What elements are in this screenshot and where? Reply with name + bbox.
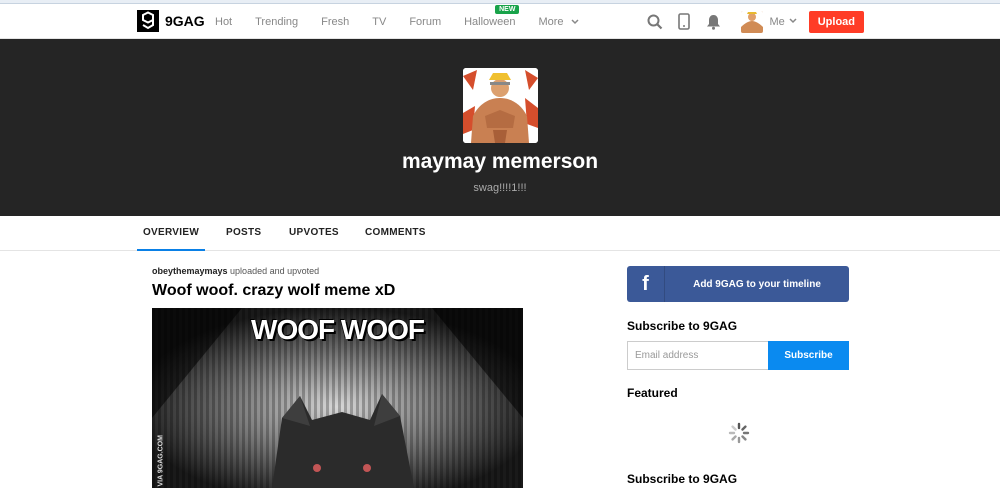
facebook-icon: f [627, 266, 665, 302]
me-chevron-down-icon[interactable] [789, 17, 797, 26]
nav-links: Hot Trending Fresh TV Forum Halloween NE… [215, 4, 602, 39]
profile-tagline: swag!!!!1!!! [473, 182, 527, 194]
9gag-logo-icon [137, 10, 159, 32]
profile-header: maymay memerson swag!!!!1!!! [0, 39, 1000, 216]
post-action: uploaded and upvoted [227, 266, 320, 276]
post-image[interactable]: WOOF WOOF VIA 9GAG.COM [152, 308, 523, 488]
chevron-down-icon [571, 18, 579, 27]
nav-link-halloween[interactable]: Halloween NEW [464, 4, 520, 28]
nav-link-tv[interactable]: TV [372, 16, 386, 28]
meme-watermark: VIA 9GAG.COM [157, 435, 165, 487]
nav-link-forum[interactable]: Forum [409, 16, 441, 28]
nav-link-hot[interactable]: Hot [215, 16, 232, 28]
post-username[interactable]: obeythemaymays [152, 266, 228, 276]
top-navigation: 9GAG Hot Trending Fresh TV Forum Hallowe… [0, 4, 1000, 39]
mobile-icon[interactable] [674, 12, 694, 32]
meme-caption: WOOF WOOF [251, 314, 425, 345]
nav-actions: Me Upload [636, 4, 864, 39]
tab-posts[interactable]: POSTS [226, 216, 261, 251]
me-menu-label[interactable]: Me [769, 16, 784, 28]
facebook-timeline-button[interactable]: f Add 9GAG to your timeline [627, 266, 849, 302]
profile-tabs: OVERVIEW POSTS UPVOTES COMMENTS [0, 216, 1000, 251]
sidebar: f Add 9GAG to your timeline Subscribe to… [627, 266, 849, 486]
profile-name: maymay memerson [401, 150, 599, 173]
subscribe-form: Email address Subscribe [627, 341, 849, 370]
new-badge: NEW [495, 4, 520, 14]
upload-button[interactable]: Upload [808, 10, 864, 33]
tab-comments[interactable]: COMMENTS [365, 216, 426, 251]
nav-link-trending[interactable]: Trending [255, 16, 298, 28]
search-icon[interactable] [645, 12, 665, 32]
featured-heading: Featured [627, 386, 678, 400]
nav-link-more[interactable]: More [538, 15, 579, 28]
loading-spinner-icon [728, 422, 750, 449]
user-avatar[interactable] [741, 10, 764, 33]
facebook-timeline-label: Add 9GAG to your timeline [693, 278, 821, 290]
profile-avatar [463, 68, 538, 143]
logo[interactable]: 9GAG [137, 10, 205, 32]
nav-link-halloween-label: Halloween [464, 15, 516, 28]
nav-link-fresh[interactable]: Fresh [321, 16, 349, 28]
nav-link-more-label: More [538, 15, 564, 28]
logo-text: 9GAG [165, 13, 205, 29]
post-title[interactable]: Woof woof. crazy wolf meme xD [152, 282, 395, 300]
tab-upvotes[interactable]: UPVOTES [289, 216, 339, 251]
subscribe-button[interactable]: Subscribe [768, 341, 849, 370]
subscribe-heading-2: Subscribe to 9GAG [627, 472, 738, 486]
subscribe-heading: Subscribe to 9GAG [627, 319, 738, 333]
tab-overview[interactable]: OVERVIEW [137, 216, 205, 251]
email-field[interactable]: Email address [627, 341, 768, 370]
post-meta: obeythemaymays uploaded and upvoted [152, 266, 319, 276]
bell-icon[interactable] [703, 12, 723, 32]
